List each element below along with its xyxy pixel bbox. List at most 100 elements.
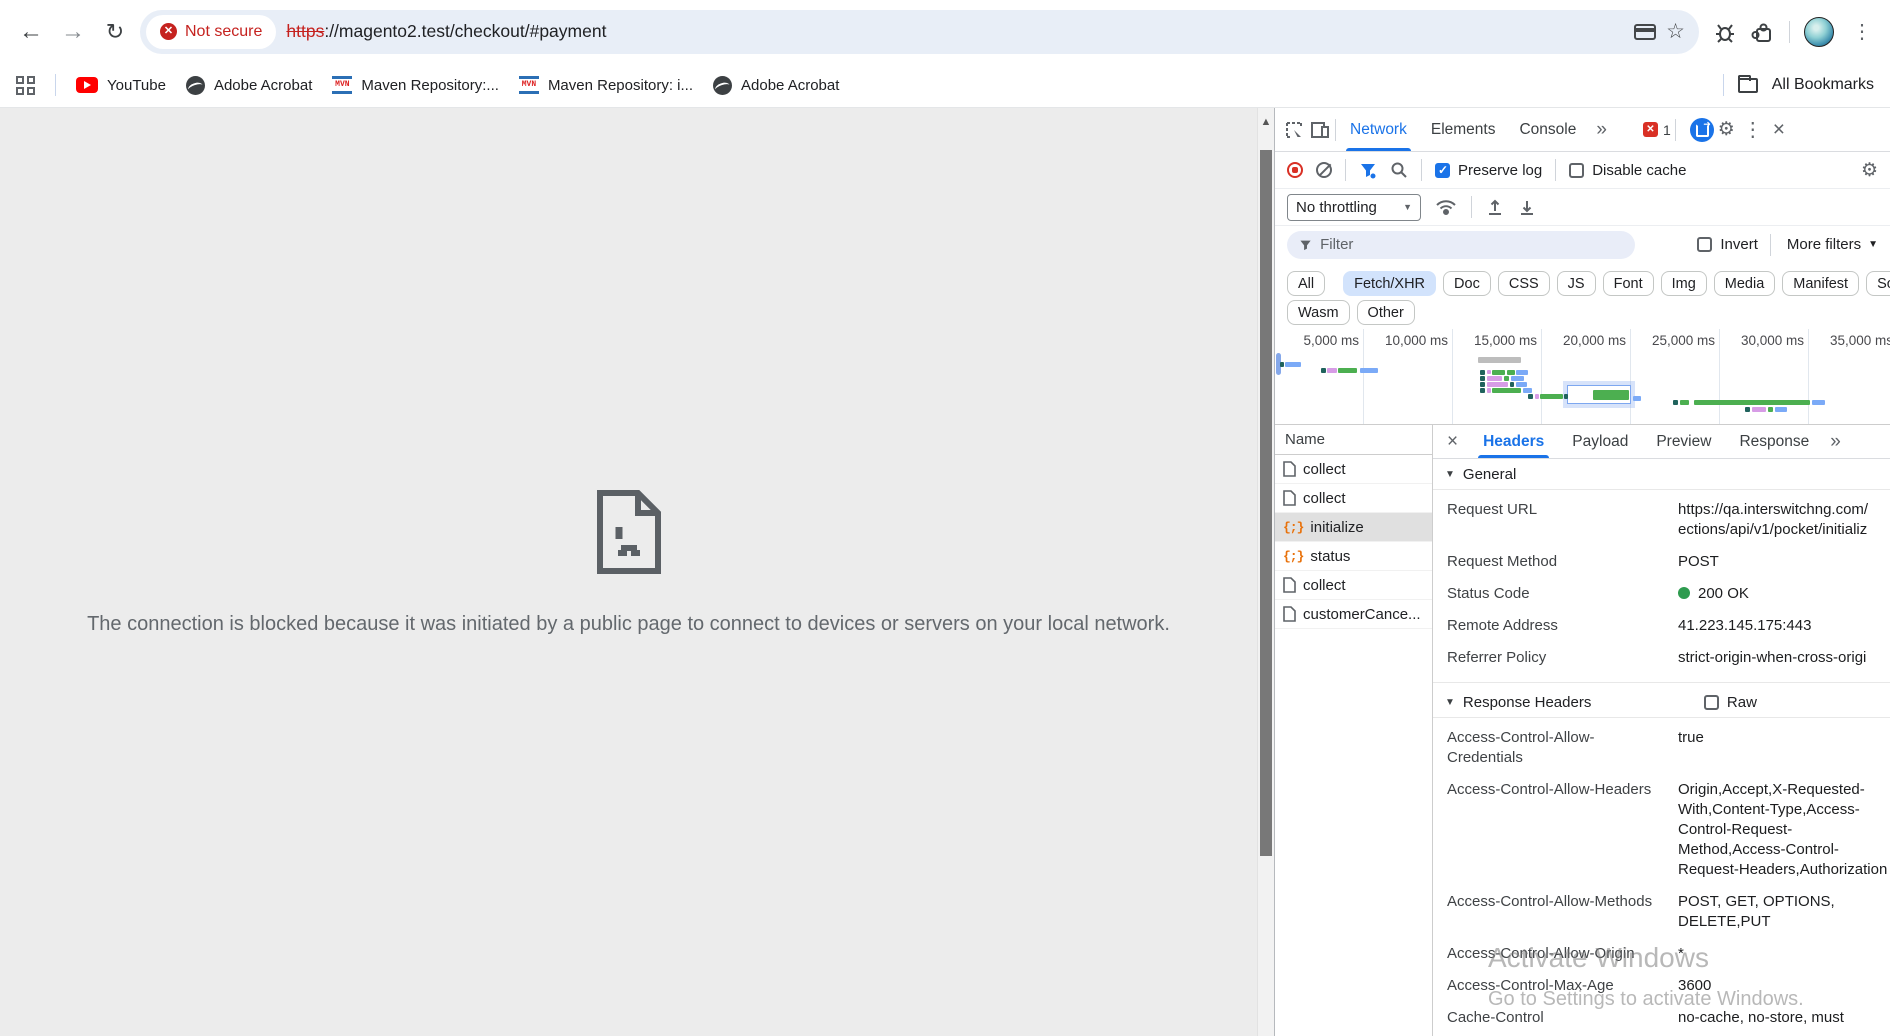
url-text[interactable]: https://magento2.test/checkout/#payment — [286, 21, 1624, 42]
checkbox-icon[interactable] — [1704, 695, 1719, 710]
network-filter-input-wrap[interactable] — [1287, 231, 1635, 259]
url-bar[interactable]: ✕ Not secure https://magento2.test/check… — [140, 10, 1699, 54]
collapse-triangle-icon: ▼ — [1445, 697, 1455, 708]
throttling-select[interactable]: No throttling ▼ — [1287, 194, 1421, 221]
more-tabs-icon[interactable]: » — [1590, 119, 1613, 141]
bookmark-maven-repository-2[interactable]: MVN Maven Repository: i... — [519, 76, 693, 94]
tab-elements[interactable]: Elements — [1421, 108, 1506, 151]
more-details-tabs-icon[interactable]: » — [1824, 431, 1847, 453]
reload-icon[interactable]: ↻ — [98, 15, 132, 49]
close-devtools-icon[interactable]: × — [1771, 118, 1787, 142]
tab-payload[interactable]: Payload — [1559, 425, 1641, 458]
close-details-icon[interactable]: × — [1441, 431, 1468, 453]
waterfall-bar — [1360, 368, 1378, 373]
bookmark-label: YouTube — [107, 77, 166, 94]
disable-cache-checkbox[interactable]: Disable cache — [1569, 162, 1686, 179]
response-headers-section-header[interactable]: ▼ Response Headers Raw — [1433, 687, 1890, 718]
chip-js[interactable]: JS — [1557, 271, 1596, 296]
chip-other[interactable]: Other — [1357, 300, 1415, 325]
bookmark-label: Adobe Acrobat — [214, 77, 312, 94]
waterfall-bar — [1480, 382, 1485, 387]
more-filters-button[interactable]: More filters ▼ — [1787, 236, 1878, 253]
scrollbar-up-icon[interactable]: ▲ — [1258, 116, 1274, 128]
error-badge[interactable]: ✕ 1 — [1643, 122, 1671, 138]
import-har-icon[interactable] — [1486, 198, 1504, 216]
bookmark-adobe-acrobat-2[interactable]: Adobe Acrobat — [713, 76, 839, 95]
not-secure-badge[interactable]: ✕ Not secure — [146, 15, 276, 49]
globe-icon — [186, 76, 205, 95]
device-toolbar-icon[interactable] — [1309, 119, 1331, 141]
chip-all[interactable]: All — [1287, 271, 1325, 296]
preserve-log-checkbox[interactable]: Preserve log — [1435, 162, 1542, 179]
header-value: no-cache, no-store, must — [1678, 1008, 1890, 1028]
back-icon[interactable]: ← — [14, 15, 48, 49]
request-list-header[interactable]: Name — [1275, 425, 1432, 455]
network-overview[interactable]: 5,000 ms 10,000 ms 15,000 ms 20,000 ms 2… — [1275, 329, 1890, 425]
bookmark-star-icon[interactable]: ☆ — [1666, 21, 1685, 42]
bookmark-youtube[interactable]: YouTube — [76, 77, 166, 94]
header-value: 41.223.145.175:443 — [1678, 616, 1890, 636]
chip-manifest[interactable]: Manifest — [1782, 271, 1859, 296]
devtools-extension-icon[interactable] — [1690, 118, 1714, 142]
header-row: Cache-Control no-cache, no-store, must — [1433, 1002, 1890, 1034]
extensions-puzzle-icon[interactable] — [1751, 20, 1775, 44]
payment-methods-icon[interactable] — [1634, 24, 1656, 40]
chip-fetch-xhr[interactable]: Fetch/XHR — [1343, 271, 1436, 296]
raw-checkbox[interactable]: Raw — [1704, 694, 1757, 711]
filter-funnel-icon[interactable] — [1359, 161, 1377, 179]
chip-socket[interactable]: Socket — [1866, 271, 1890, 296]
apps-grid-icon[interactable] — [16, 76, 35, 95]
tab-network[interactable]: Network — [1340, 108, 1417, 151]
header-row: Status Code 200 OK — [1433, 578, 1890, 610]
checkbox-icon[interactable] — [1697, 237, 1712, 252]
request-row-selected[interactable]: {;} initialize — [1275, 513, 1432, 542]
invert-checkbox[interactable]: Invert — [1697, 236, 1758, 253]
profile-avatar[interactable] — [1804, 17, 1834, 47]
record-network-log-icon[interactable] — [1287, 162, 1303, 178]
bookmark-adobe-acrobat[interactable]: Adobe Acrobat — [186, 76, 312, 95]
bookmarks-separator — [55, 74, 56, 96]
tab-headers[interactable]: Headers — [1470, 425, 1557, 458]
tab-preview[interactable]: Preview — [1643, 425, 1724, 458]
checkbox-icon[interactable] — [1569, 163, 1584, 178]
clear-network-log-icon[interactable] — [1316, 162, 1332, 178]
bookmark-maven-repository[interactable]: MVN Maven Repository:... — [332, 76, 499, 94]
waterfall-bar — [1516, 370, 1528, 375]
chip-img[interactable]: Img — [1661, 271, 1707, 296]
forward-icon[interactable]: → — [56, 15, 90, 49]
network-split: Name collect collect {;} initialize { — [1275, 425, 1890, 1036]
network-settings-gear-icon[interactable]: ⚙ — [1861, 159, 1878, 182]
devtools-menu-icon[interactable]: ⋮ — [1739, 117, 1767, 142]
export-har-icon[interactable] — [1518, 198, 1536, 216]
request-row[interactable]: {;} status — [1275, 542, 1432, 571]
tab-response[interactable]: Response — [1726, 425, 1822, 458]
request-row[interactable]: customerCance... — [1275, 600, 1432, 629]
general-section-header[interactable]: ▼ General — [1433, 459, 1890, 490]
request-row[interactable]: collect — [1275, 571, 1432, 600]
bookmarks-bar: YouTube Adobe Acrobat MVN Maven Reposito… — [0, 63, 1890, 108]
chip-css[interactable]: CSS — [1498, 271, 1550, 296]
request-row[interactable]: collect — [1275, 484, 1432, 513]
all-bookmarks-label: All Bookmarks — [1772, 76, 1874, 94]
search-icon[interactable] — [1390, 161, 1408, 179]
bug-extension-icon[interactable] — [1713, 20, 1737, 44]
settings-gear-icon[interactable]: ⚙ — [1718, 118, 1735, 141]
all-bookmarks[interactable]: All Bookmarks — [1723, 74, 1874, 96]
chip-doc[interactable]: Doc — [1443, 271, 1491, 296]
chip-wasm[interactable]: Wasm — [1287, 300, 1350, 325]
network-conditions-icon[interactable] — [1435, 197, 1457, 217]
timeline-tick: 20,000 ms — [1563, 333, 1626, 348]
chip-font[interactable]: Font — [1603, 271, 1654, 296]
network-filter-input[interactable] — [1320, 236, 1623, 253]
scrollbar-thumb[interactable] — [1260, 150, 1272, 856]
tab-console[interactable]: Console — [1509, 108, 1586, 151]
page-scrollbar[interactable]: ▲ — [1257, 108, 1274, 1036]
inspect-element-icon[interactable] — [1283, 119, 1305, 141]
waterfall-bar — [1535, 394, 1539, 399]
chrome-menu-icon[interactable]: ⋮ — [1848, 19, 1876, 44]
chip-media[interactable]: Media — [1714, 271, 1776, 296]
waterfall-bar — [1680, 400, 1689, 405]
request-row[interactable]: collect — [1275, 455, 1432, 484]
header-value: Origin,Accept,X-Requested-With,Content-T… — [1678, 780, 1890, 880]
checkbox-icon[interactable] — [1435, 163, 1450, 178]
